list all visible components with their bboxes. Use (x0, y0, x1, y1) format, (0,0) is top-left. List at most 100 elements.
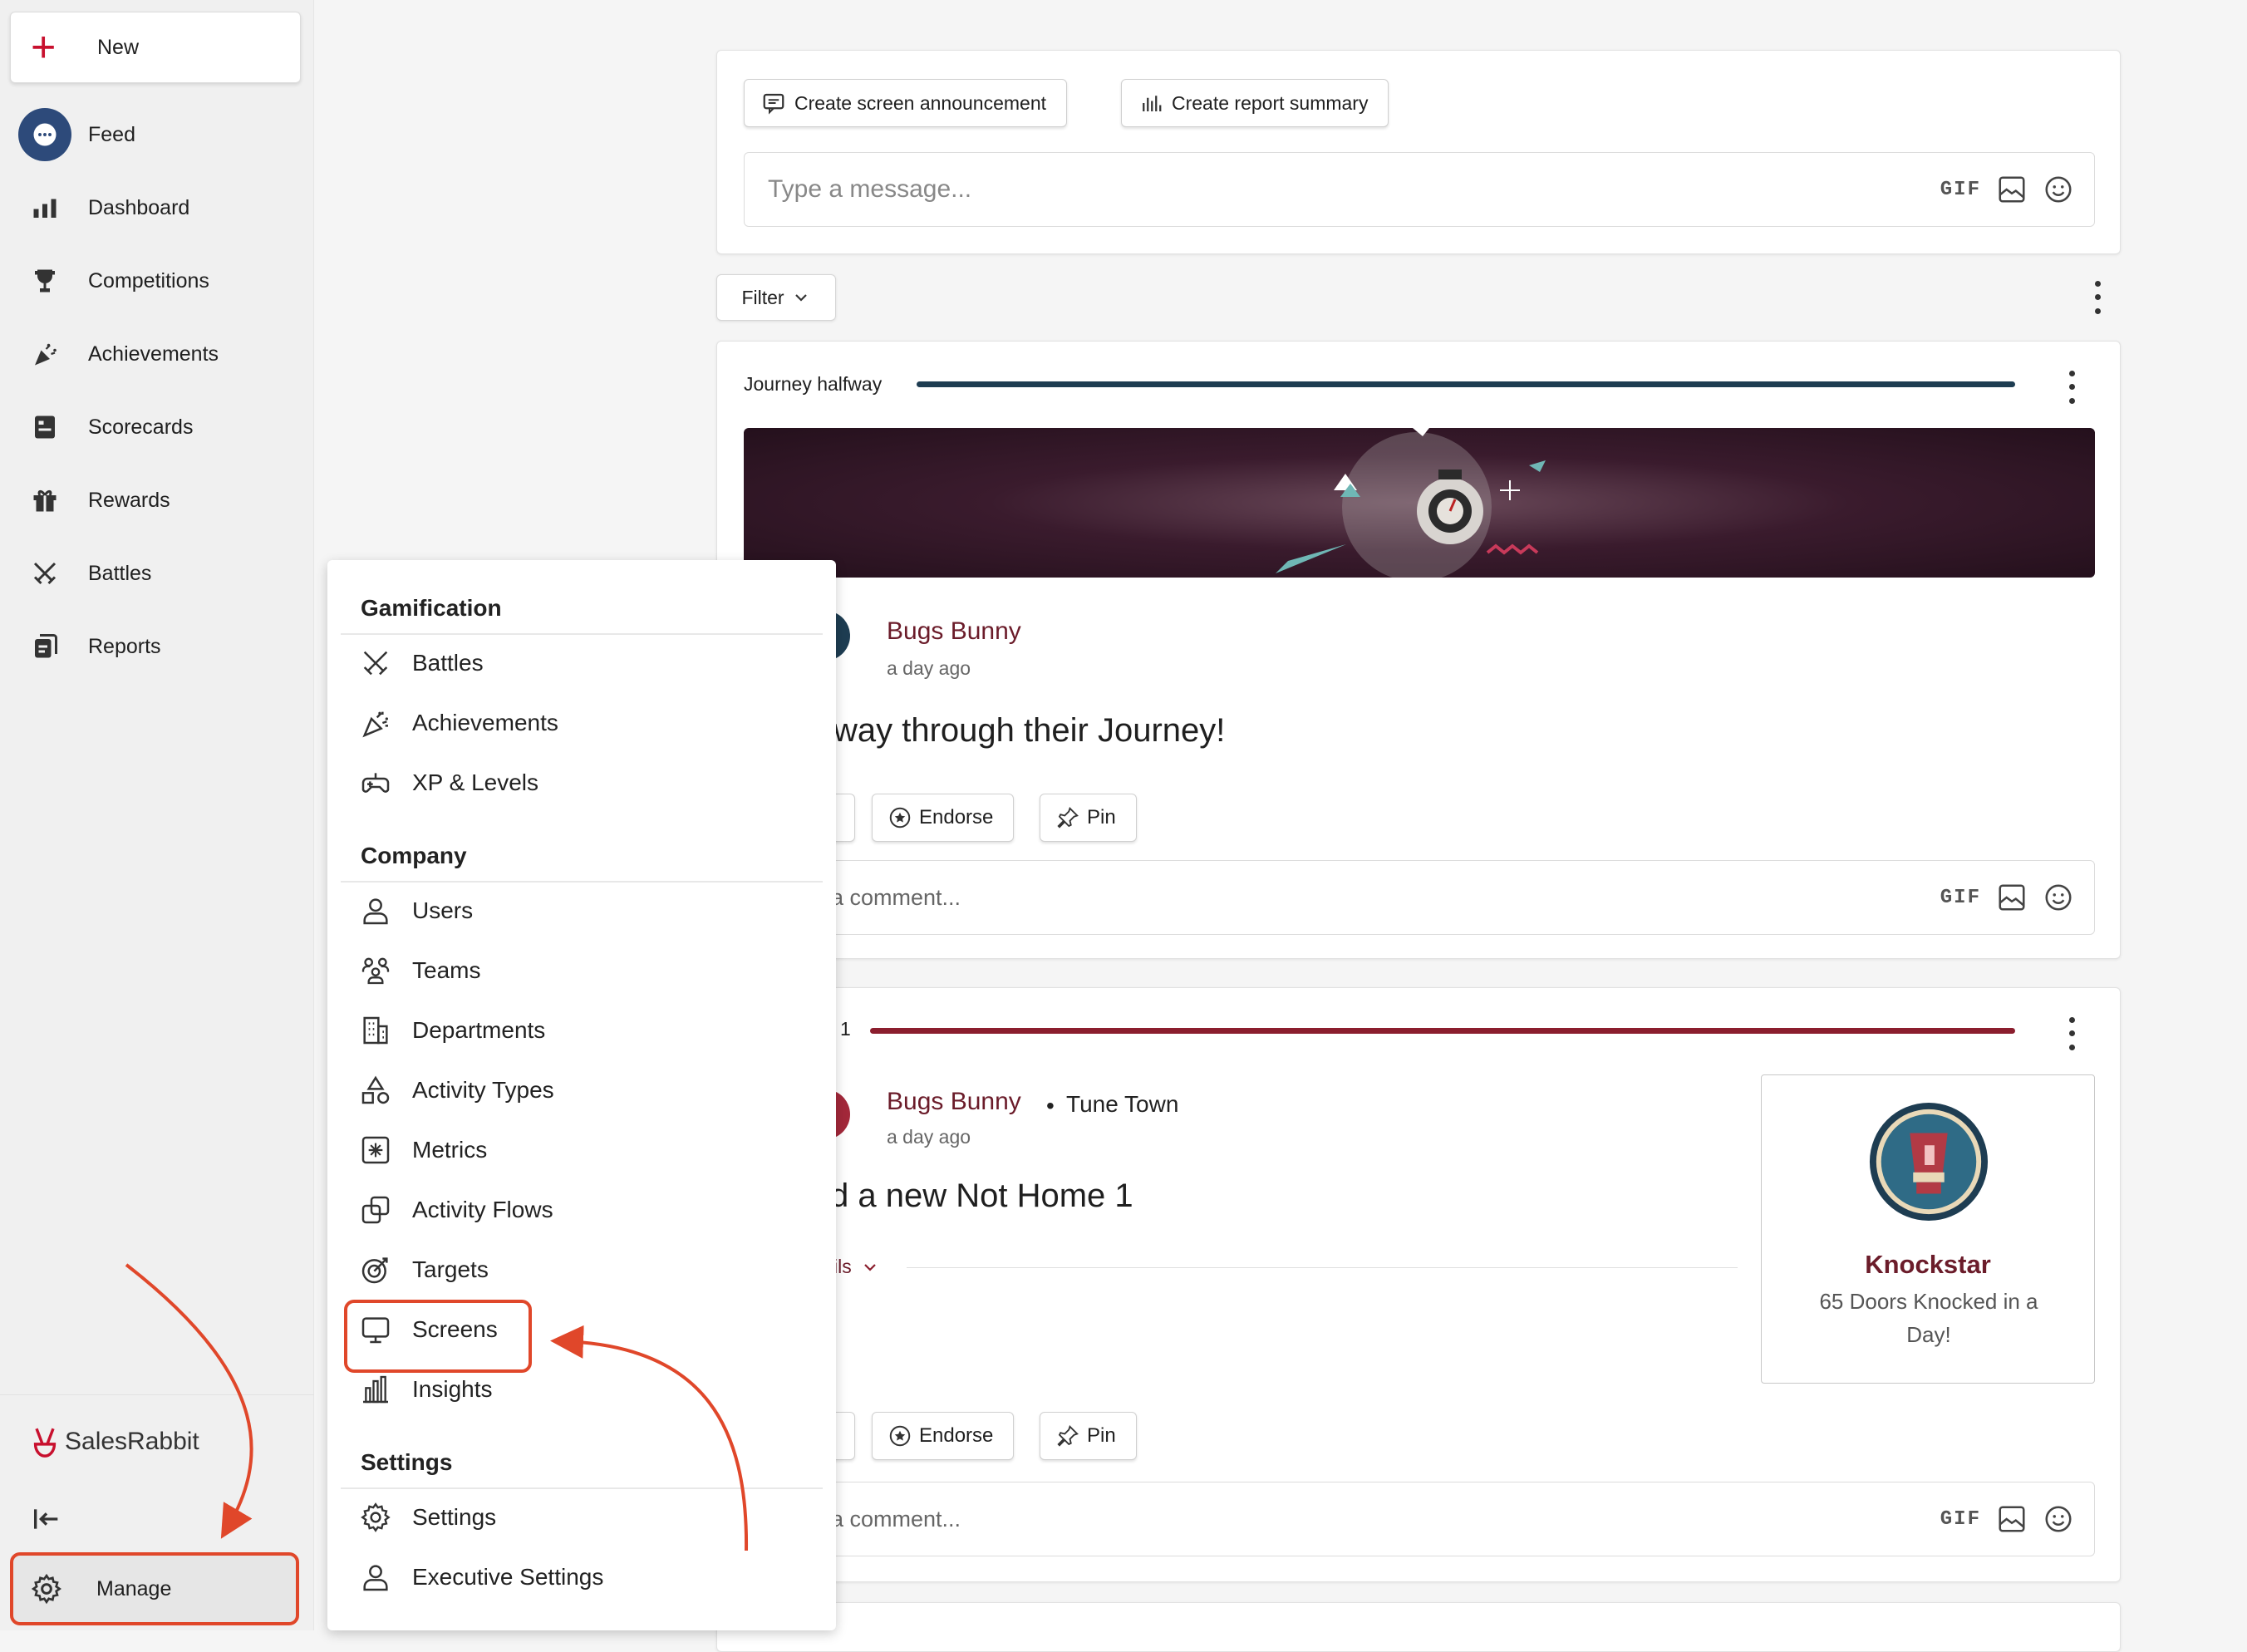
sidebar-item-dashboard[interactable]: Dashboard (0, 171, 314, 244)
create-report-summary-label: Create report summary (1172, 91, 1369, 114)
menu-item-settings[interactable]: Settings (359, 1492, 496, 1542)
pin-button[interactable]: Pin (1040, 794, 1137, 842)
boxing-glove-badge-icon (1869, 1102, 1989, 1222)
endorse-icon (889, 1425, 911, 1447)
image-icon[interactable] (1996, 174, 2028, 205)
pin-label: Pin (1087, 1424, 1116, 1447)
menu-item-label: Battles (412, 650, 484, 676)
endorse-label: Endorse (919, 806, 994, 828)
menu-item-label: XP & Levels (412, 769, 539, 795)
menu-item-metrics[interactable]: Metrics (359, 1125, 487, 1175)
journey-progress-bar (917, 381, 2015, 387)
post-author[interactable]: Bugs Bunny (887, 1088, 1021, 1116)
sidebar-item-label: Battles (88, 561, 152, 585)
shapes-icon (361, 1075, 390, 1104)
achievement-badge-card: Knockstar 65 Doors Knocked in a Day! (1761, 1074, 2095, 1384)
menu-item-label: Teams (412, 957, 481, 983)
sidebar-item-rewards[interactable]: Rewards (0, 464, 314, 537)
collapse-sidebar-icon[interactable] (30, 1502, 63, 1543)
gear-icon (31, 1573, 61, 1605)
menu-item-label: Metrics (412, 1137, 488, 1163)
new-button-label: New (97, 35, 140, 59)
menu-item-activity-types[interactable]: Activity Types (359, 1065, 554, 1115)
menu-item-label: Users (412, 897, 474, 923)
details-label: ils (833, 1256, 852, 1277)
menu-item-departments[interactable]: Departments (359, 1005, 545, 1055)
new-button[interactable]: + New (10, 12, 301, 83)
trophy-icon (18, 254, 71, 307)
emoji-icon[interactable] (2043, 882, 2074, 913)
message-input[interactable]: Type a message... GIF (744, 152, 2095, 227)
manage-button[interactable]: Manage (10, 1552, 299, 1625)
progress-label: 1 (840, 1018, 851, 1040)
rabbit-logo-icon (30, 1425, 60, 1458)
gif-button[interactable]: GIF (1940, 179, 1981, 201)
menu-item-achievements[interactable]: Achievements (359, 698, 558, 748)
sidebar-item-reports[interactable]: Reports (0, 610, 314, 683)
sidebar-item-competitions[interactable]: Competitions (0, 244, 314, 317)
post-text: d a new Not Home 1 (830, 1178, 1133, 1214)
menu-section-company: Company (361, 843, 467, 868)
sidebar-item-label: Scorecards (88, 415, 194, 439)
sidebar-item-label: Competitions (88, 268, 209, 293)
sidebar-item-feed[interactable]: Feed (0, 98, 314, 171)
image-icon[interactable] (1996, 1503, 2028, 1535)
sidebar-item-label: Achievements (88, 342, 219, 366)
menu-item-activity-flows[interactable]: Activity Flows (359, 1185, 553, 1235)
sidebar-item-scorecards[interactable]: Scorecards (0, 391, 314, 464)
react-button[interactable] (833, 794, 855, 842)
feed-options-icon[interactable] (2087, 277, 2107, 318)
image-icon[interactable] (1996, 882, 2028, 913)
sidebar-nav: Feed Dashboard Competitions Achievements… (0, 98, 314, 683)
screens-highlight-box (344, 1300, 532, 1373)
details-toggle[interactable]: ils (833, 1256, 880, 1278)
menu-item-label: Activity Types (412, 1077, 554, 1103)
sidebar: + New Feed Dashboard Competitions Achiev… (0, 0, 314, 1630)
comment-tools: GIF (1940, 1503, 2074, 1535)
menu-divider (341, 1487, 823, 1489)
endorse-icon (889, 807, 911, 828)
comment-input[interactable]: a comment... GIF (744, 1482, 2095, 1556)
target-icon (361, 1257, 388, 1284)
journey-banner-image (744, 428, 2095, 578)
bar-chart-icon (18, 181, 71, 234)
menu-section-gamification: Gamification (361, 595, 502, 621)
gear-icon (361, 1502, 391, 1532)
menu-item-teams[interactable]: Teams (359, 946, 480, 996)
sidebar-item-battles[interactable]: Battles (0, 537, 314, 610)
feed-post (716, 1602, 2121, 1652)
endorse-button[interactable]: Endorse (872, 1412, 1015, 1460)
menu-item-targets[interactable]: Targets (359, 1245, 489, 1295)
menu-item-label: Settings (412, 1504, 497, 1530)
sidebar-item-achievements[interactable]: Achievements (0, 317, 314, 391)
input-tools: GIF (1940, 174, 2074, 205)
gamepad-icon (361, 773, 390, 793)
menu-item-users[interactable]: Users (359, 886, 473, 936)
emoji-icon[interactable] (2043, 174, 2074, 205)
gif-button[interactable]: GIF (1940, 887, 1981, 909)
plus-icon: + (31, 23, 57, 71)
react-button[interactable] (833, 1412, 855, 1460)
pin-icon (1057, 1425, 1079, 1447)
post-time: a day ago (887, 1126, 971, 1148)
comment-input[interactable]: a comment... GIF (744, 860, 2095, 935)
endorse-label: Endorse (919, 1424, 994, 1447)
gif-button[interactable]: GIF (1940, 1508, 1981, 1531)
menu-item-label: Insights (412, 1376, 493, 1402)
endorse-button[interactable]: Endorse (872, 794, 1015, 842)
reports-icon (18, 620, 71, 673)
pin-label: Pin (1087, 806, 1116, 828)
create-screen-announcement-button[interactable]: Create screen announcement (744, 79, 1068, 127)
create-report-summary-button[interactable]: Create report summary (1121, 79, 1389, 127)
emoji-icon[interactable] (2043, 1503, 2074, 1535)
menu-divider (341, 633, 823, 635)
menu-item-executive-settings[interactable]: Executive Settings (359, 1552, 603, 1602)
post-options-icon[interactable] (2062, 366, 2082, 408)
post-author[interactable]: Bugs Bunny (887, 617, 1021, 646)
chat-bubble-icon (18, 108, 71, 161)
menu-item-xp-levels[interactable]: XP & Levels (359, 758, 538, 808)
post-options-icon[interactable] (2062, 1013, 2082, 1055)
pin-button[interactable]: Pin (1040, 1412, 1137, 1460)
menu-item-battles[interactable]: Battles (359, 638, 484, 688)
filter-button[interactable]: Filter (716, 274, 836, 321)
